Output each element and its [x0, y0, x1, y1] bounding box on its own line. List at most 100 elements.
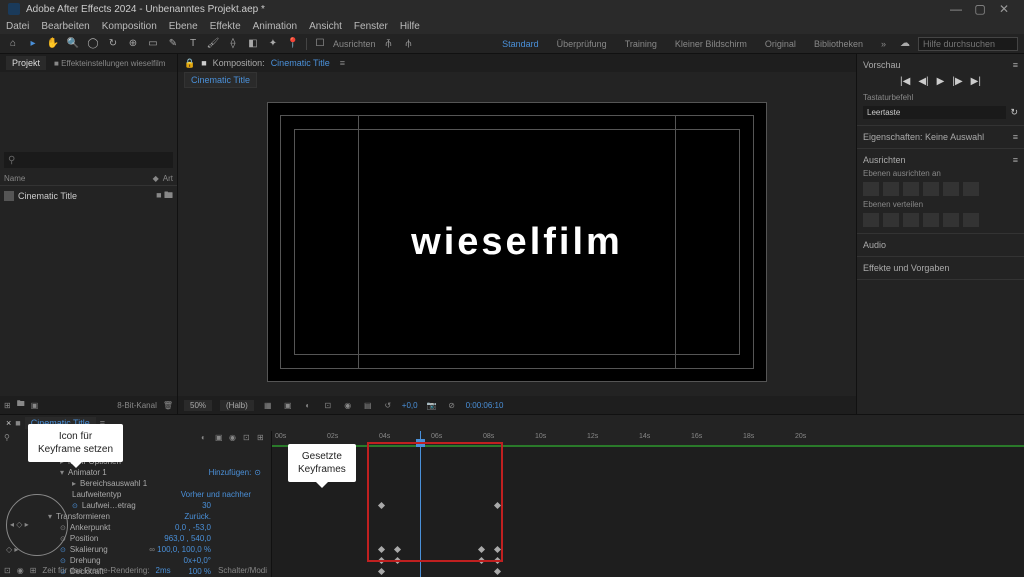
properties-menu-icon[interactable]: ≡: [1013, 132, 1018, 142]
footer-interpret-icon[interactable]: ⊞: [4, 401, 11, 410]
menu-komposition[interactable]: Komposition: [102, 21, 157, 32]
tl-opt4-icon[interactable]: ⊡: [243, 433, 253, 443]
roto-tool-icon[interactable]: ✦: [266, 37, 280, 51]
tl-footer-icon1[interactable]: ⊡: [4, 566, 11, 575]
last-frame-icon[interactable]: ▶|: [971, 76, 981, 87]
grid-icon[interactable]: ▦: [262, 399, 274, 411]
menu-effekte[interactable]: Effekte: [210, 21, 241, 32]
row-spacing[interactable]: Laufwei…etrag: [82, 501, 136, 510]
workspace-more-icon[interactable]: »: [875, 39, 892, 49]
zoom-dropdown[interactable]: 50%: [184, 400, 212, 411]
panel-menu-icon[interactable]: ≡: [340, 58, 345, 68]
project-item-cinematic[interactable]: Cinematic Title ■ 🖿: [0, 186, 177, 206]
workspace-original[interactable]: Original: [759, 39, 802, 49]
dist-4-icon[interactable]: [923, 213, 939, 227]
tl-footer-icon3[interactable]: ⊞: [30, 566, 37, 575]
menu-ansicht[interactable]: Ansicht: [309, 21, 342, 32]
lock-icon[interactable]: 🔒: [184, 58, 195, 69]
dist-1-icon[interactable]: [863, 213, 879, 227]
keyframe-diamond[interactable]: [494, 568, 501, 575]
workspace-standard[interactable]: Standard: [496, 39, 545, 49]
align-top-icon[interactable]: [923, 182, 939, 196]
tl-search-icon[interactable]: ⚲: [4, 433, 14, 443]
row-scale[interactable]: Skalierung: [70, 545, 108, 554]
shortcut-select[interactable]: Leertaste: [863, 106, 1006, 119]
reset-icon[interactable]: ↺: [382, 399, 394, 411]
comp-breadcrumb[interactable]: Cinematic Title: [184, 72, 257, 88]
align-vcenter-icon[interactable]: [943, 182, 959, 196]
snap-opt1-icon[interactable]: ⫚: [382, 37, 396, 51]
comp-name[interactable]: Cinematic Title: [271, 58, 330, 68]
project-tab[interactable]: Projekt: [6, 56, 46, 70]
tl-opt2-icon[interactable]: ▣: [215, 433, 225, 443]
footer-comp-icon[interactable]: ▣: [31, 401, 39, 410]
footer-trash-icon[interactable]: 🗑: [163, 401, 173, 410]
tl-opt1-icon[interactable]: ◐: [201, 433, 211, 443]
rotation-value[interactable]: +0,0: [402, 401, 418, 410]
orbit-tool-icon[interactable]: ◯: [86, 37, 100, 51]
snap-icon[interactable]: ☐: [313, 37, 327, 51]
prev-frame-icon[interactable]: ◀|: [918, 76, 928, 87]
clone-tool-icon[interactable]: ⟠: [226, 37, 240, 51]
workspace-review[interactable]: Überprüfung: [551, 39, 613, 49]
viewer[interactable]: wieselfilm: [178, 88, 856, 396]
channel-icon[interactable]: ◉: [342, 399, 354, 411]
dist-2-icon[interactable]: [883, 213, 899, 227]
rotate-tool-icon[interactable]: ↻: [106, 37, 120, 51]
pen-tool-icon[interactable]: ✎: [166, 37, 180, 51]
row-anchor[interactable]: Ankerpunkt: [70, 523, 110, 532]
share-icon[interactable]: ☁: [898, 37, 912, 51]
timecode-display[interactable]: 0:00:06:10: [466, 401, 504, 410]
project-search[interactable]: ⚲: [4, 152, 173, 168]
workspace-small[interactable]: Kleiner Bildschirm: [669, 39, 753, 49]
menu-fenster[interactable]: Fenster: [354, 21, 388, 32]
stopwatch-spacing-icon[interactable]: ⊙: [72, 502, 78, 510]
row-position[interactable]: Position: [70, 534, 98, 543]
tl-footer-icon2[interactable]: ◉: [17, 566, 24, 575]
dist-6-icon[interactable]: [963, 213, 979, 227]
zoom-tool-icon[interactable]: 🔍: [66, 37, 80, 51]
maximize-button[interactable]: ▢: [968, 2, 992, 16]
keyframe-nav[interactable]: ◂ ◇ ▸: [10, 520, 29, 529]
menu-hilfe[interactable]: Hilfe: [400, 21, 420, 32]
align-hcenter-icon[interactable]: [883, 182, 899, 196]
close-button[interactable]: ✕: [992, 2, 1016, 16]
row-spacing-type[interactable]: Laufweitentyp: [72, 490, 121, 499]
brush-tool-icon[interactable]: 🖌: [206, 37, 220, 51]
align-bottom-icon[interactable]: [963, 182, 979, 196]
effect-controls-tab[interactable]: ■ Effekteinstellungen wieselfilm: [50, 57, 169, 70]
tl-opt5-icon[interactable]: ⊞: [257, 433, 267, 443]
tl-switches[interactable]: Schalter/Modi: [218, 566, 267, 575]
safe-icon[interactable]: ▣: [282, 399, 294, 411]
hand-tool-icon[interactable]: ✋: [46, 37, 60, 51]
alpha-icon[interactable]: ▤: [362, 399, 374, 411]
bitdepth[interactable]: 8-Bit-Kanal: [117, 401, 157, 410]
help-search-input[interactable]: [918, 37, 1018, 51]
resolution-dropdown[interactable]: (Halb): [220, 400, 254, 411]
col-type[interactable]: Art: [163, 174, 173, 183]
loop-icon[interactable]: ↻: [1010, 107, 1018, 118]
filter-icon[interactable]: ◆: [153, 174, 159, 183]
keyframe-diamond[interactable]: [378, 568, 385, 575]
text-tool-icon[interactable]: T: [186, 37, 200, 51]
puppet-tool-icon[interactable]: 📍: [286, 37, 300, 51]
eraser-tool-icon[interactable]: ◧: [246, 37, 260, 51]
menu-bearbeiten[interactable]: Bearbeiten: [41, 21, 89, 32]
workspace-training[interactable]: Training: [619, 39, 663, 49]
play-icon[interactable]: ▶: [937, 76, 945, 87]
align-left-icon[interactable]: [863, 182, 879, 196]
menu-animation[interactable]: Animation: [253, 21, 297, 32]
dist-5-icon[interactable]: [943, 213, 959, 227]
align-menu-icon[interactable]: ≡: [1013, 155, 1018, 165]
snap-opt2-icon[interactable]: ⫛: [402, 37, 416, 51]
home-icon[interactable]: ⌂: [6, 37, 20, 51]
next-frame-icon[interactable]: |▶: [952, 76, 962, 87]
first-frame-icon[interactable]: |◀: [900, 76, 910, 87]
menu-datei[interactable]: Datei: [6, 21, 29, 32]
keyframe-nav-2[interactable]: ◇ ▸: [6, 545, 18, 554]
dist-3-icon[interactable]: [903, 213, 919, 227]
minimize-button[interactable]: —: [944, 2, 968, 16]
col-name[interactable]: Name: [4, 174, 153, 183]
shape-tool-icon[interactable]: ▭: [146, 37, 160, 51]
stopwatch-scale-icon[interactable]: ⊙: [60, 546, 66, 554]
